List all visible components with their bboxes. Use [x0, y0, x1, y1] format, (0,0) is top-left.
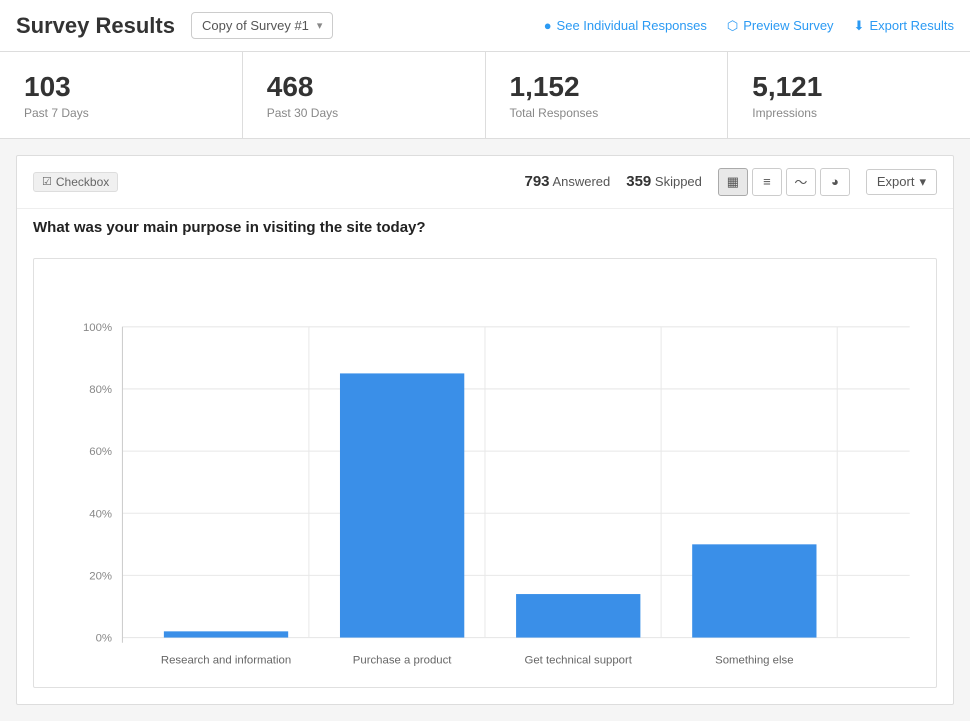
checkbox-icon: ☑	[42, 175, 52, 188]
stat-7days: 103 Past 7 Days	[0, 52, 243, 138]
svg-text:80%: 80%	[89, 384, 112, 396]
stat-7days-number: 103	[24, 70, 218, 104]
preview-survey-link[interactable]: ⬡ Preview Survey	[727, 18, 834, 34]
list-view-button[interactable]: ≡	[752, 168, 782, 196]
stat-total-label: Total Responses	[510, 106, 704, 120]
question-header: ☑ Checkbox 793 Answered 359 Skipped ▦ ≡ …	[17, 156, 953, 209]
export-results-link[interactable]: ⬇ Export Results	[854, 18, 954, 34]
export-chevron-icon: ▾	[919, 174, 926, 190]
stats-row: 103 Past 7 Days 468 Past 30 Days 1,152 T…	[0, 52, 970, 139]
preview-icon: ⬡	[727, 18, 738, 34]
svg-text:Something else: Something else	[715, 654, 793, 666]
stat-impressions-number: 5,121	[752, 70, 946, 104]
skipped-stat: 359 Skipped	[626, 173, 702, 190]
bar-chart-svg: 100% 80% 60% 40% 20% 0% Research and inf…	[50, 275, 920, 679]
svg-text:100%: 100%	[83, 322, 112, 334]
svg-text:Research and information: Research and information	[161, 654, 291, 666]
chart-area: 100% 80% 60% 40% 20% 0% Research and inf…	[17, 250, 953, 704]
svg-text:0%: 0%	[96, 632, 112, 644]
line-chart-icon: 〜	[794, 172, 807, 191]
stat-impressions-label: Impressions	[752, 106, 946, 120]
chart-controls: ▦ ≡ 〜 ◕	[718, 168, 850, 196]
stat-30days-label: Past 30 Days	[267, 106, 461, 120]
stat-impressions: 5,121 Impressions	[728, 52, 970, 138]
bar-chart-icon: ▦	[727, 174, 739, 190]
pie-chart-icon: ◕	[831, 174, 839, 189]
question-text: What was your main purpose in visiting t…	[17, 209, 953, 250]
export-button[interactable]: Export ▾	[866, 169, 937, 195]
chart-container: 100% 80% 60% 40% 20% 0% Research and inf…	[33, 258, 937, 688]
page-title: Survey Results	[16, 13, 175, 39]
individual-responses-link[interactable]: ● See Individual Responses	[544, 18, 707, 33]
line-chart-button[interactable]: 〜	[786, 168, 816, 196]
stat-30days-number: 468	[267, 70, 461, 104]
bar-chart-button[interactable]: ▦	[718, 168, 748, 196]
svg-text:Purchase a product: Purchase a product	[353, 654, 452, 666]
bar-research	[164, 631, 288, 637]
export-icon: ⬇	[854, 18, 865, 34]
question-stats: 793 Answered 359 Skipped ▦ ≡ 〜 ◕	[525, 168, 938, 196]
bar-purchase	[340, 373, 464, 637]
question-block: ☑ Checkbox 793 Answered 359 Skipped ▦ ≡ …	[16, 155, 954, 705]
svg-text:40%: 40%	[89, 508, 112, 520]
header-actions: ● See Individual Responses ⬡ Preview Sur…	[544, 18, 954, 34]
stat-30days: 468 Past 30 Days	[243, 52, 486, 138]
pie-chart-button[interactable]: ◕	[820, 168, 850, 196]
svg-text:20%: 20%	[89, 570, 112, 582]
bar-other	[692, 544, 816, 637]
eye-icon: ●	[544, 18, 552, 33]
stat-7days-label: Past 7 Days	[24, 106, 218, 120]
answered-stat: 793 Answered	[525, 173, 611, 190]
svg-text:Get technical support: Get technical support	[524, 654, 632, 666]
stat-total-responses: 1,152 Total Responses	[486, 52, 729, 138]
bar-support	[516, 594, 640, 638]
survey-name: Copy of Survey #1	[202, 18, 309, 33]
stat-total-number: 1,152	[510, 70, 704, 104]
header: Survey Results Copy of Survey #1 ▾ ● See…	[0, 0, 970, 52]
chevron-down-icon: ▾	[317, 19, 323, 32]
survey-selector[interactable]: Copy of Survey #1 ▾	[191, 12, 333, 39]
list-icon: ≡	[763, 174, 771, 189]
question-type-badge: ☑ Checkbox	[33, 172, 118, 192]
svg-text:60%: 60%	[89, 446, 112, 458]
